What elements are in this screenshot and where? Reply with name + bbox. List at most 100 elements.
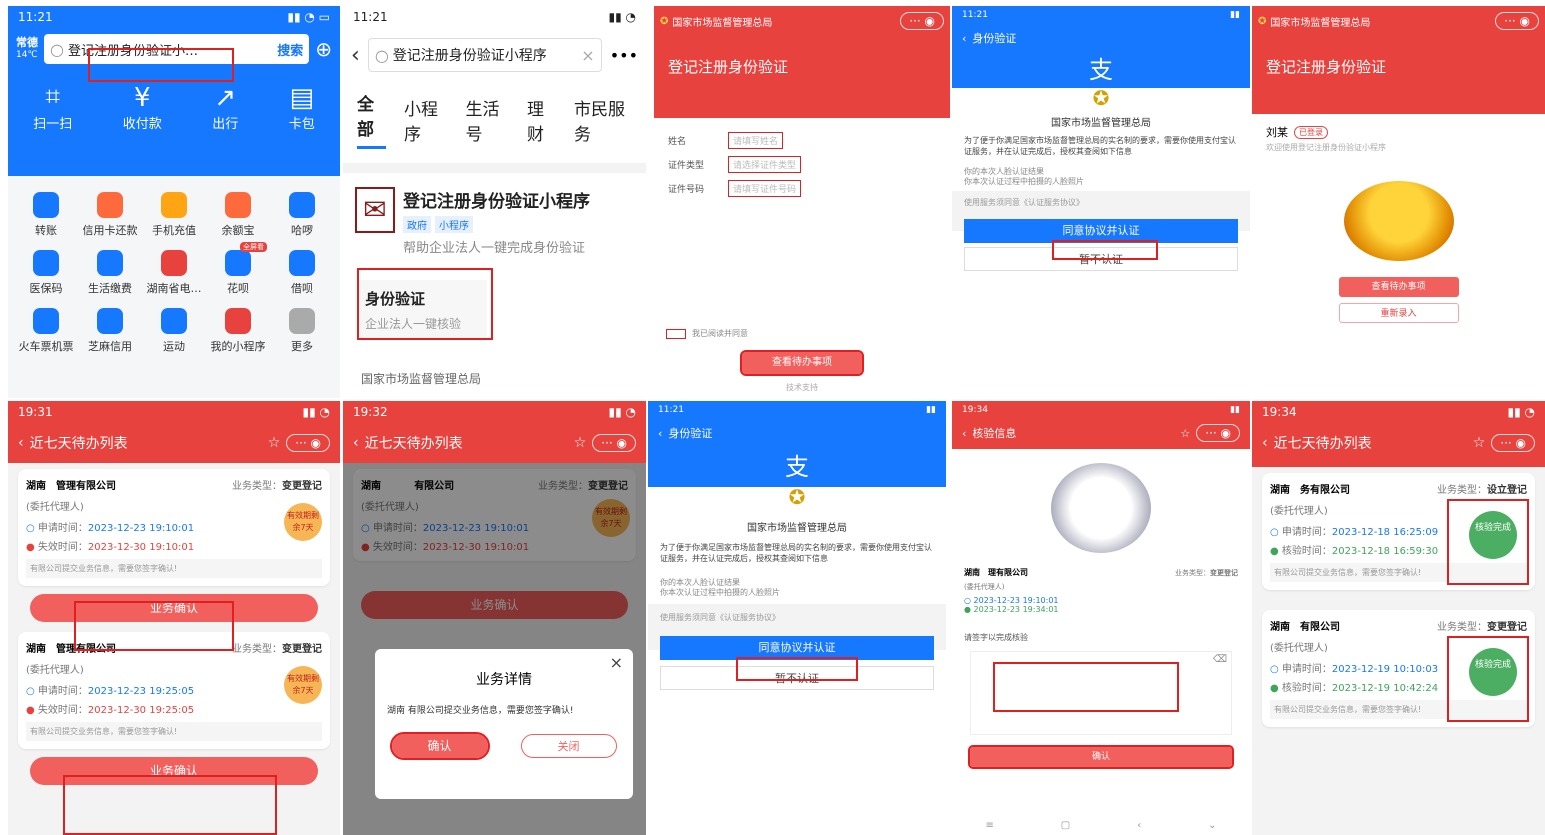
tab-finance[interactable]: 理财: [527, 95, 556, 145]
app-credit-card[interactable]: 信用卡还款: [78, 192, 142, 238]
confirm-business-button[interactable]: 业务确认: [30, 594, 318, 622]
action-scan[interactable]: ⌗ 扫一扫: [33, 82, 72, 132]
confirm-sign-button[interactable]: 确认: [968, 745, 1234, 769]
close-icon[interactable]: ×: [610, 653, 623, 672]
app-phone[interactable]: 手机充值: [142, 192, 206, 238]
top-actions: ⌗ 扫一扫 ¥ 收付款 ↗ 出行 ▤ 卡包: [8, 82, 340, 132]
app-train[interactable]: 火车票机票: [14, 308, 78, 354]
action-card[interactable]: ▤ 卡包: [289, 83, 315, 132]
action-transit[interactable]: ↗ 出行: [212, 83, 238, 132]
agree-checkbox[interactable]: [666, 328, 686, 339]
tab-citizen[interactable]: 市民服务: [574, 95, 632, 145]
app-huabei[interactable]: 花呗 全屏看: [206, 242, 270, 296]
scan-icon: ⌗: [45, 82, 61, 112]
name-input[interactable]: 请填写姓名: [728, 131, 784, 149]
re-enter-button[interactable]: 重新录入: [1338, 303, 1459, 323]
back-icon[interactable]: ‹: [1137, 820, 1141, 831]
id-type-select[interactable]: 请选择证件类型: [728, 155, 802, 173]
capsule-menu[interactable]: ··· ◉: [1491, 434, 1535, 452]
tab-all[interactable]: 全部: [357, 90, 386, 149]
transit-icon: ↗: [214, 82, 237, 113]
add-icon[interactable]: ⊕: [315, 37, 332, 61]
result-item[interactable]: ✉ 登记注册身份验证小程序 政府 小程序 帮助企业法人一键完成身份验证: [343, 173, 646, 264]
location[interactable]: 常德 14℃: [16, 36, 38, 62]
capsule-menu[interactable]: ··· ◉: [592, 434, 636, 452]
app-more[interactable]: 更多: [270, 308, 334, 354]
search-input[interactable]: 登记注册身份验证小…: [68, 40, 273, 59]
agree-auth-button[interactable]: 同意协议并认证: [660, 636, 934, 660]
company-name: 管理有限公司: [56, 644, 116, 655]
menu-icon[interactable]: ≡: [985, 820, 993, 831]
search-input[interactable]: 登记注册身份验证小程序: [393, 45, 578, 65]
view-todo-button[interactable]: 查看待办事项: [1338, 277, 1459, 297]
star-icon[interactable]: ☆: [1180, 427, 1190, 440]
tab-life[interactable]: 生活号: [466, 95, 510, 145]
app-sesame[interactable]: 芝麻信用: [78, 308, 142, 354]
back-icon[interactable]: ‹: [962, 427, 966, 440]
app-hello[interactable]: 哈啰: [270, 192, 334, 238]
view-todo-button[interactable]: 查看待办事项: [740, 350, 864, 376]
more-icon[interactable]: •••: [610, 46, 638, 65]
train-icon: [33, 308, 59, 334]
capsule-menu[interactable]: ··· ◉: [286, 434, 330, 452]
app-power[interactable]: 湖南省电…: [142, 250, 206, 296]
app-label: 生活缴费: [88, 282, 132, 295]
back-icon[interactable]: ‹: [351, 43, 360, 68]
clear-icon[interactable]: ×: [581, 46, 594, 65]
app-utility[interactable]: 生活缴费: [78, 250, 142, 296]
search-button[interactable]: 搜索: [277, 40, 303, 59]
capsule-menu[interactable]: ··· ◉: [1495, 12, 1539, 30]
home-icon[interactable]: ▢: [1061, 820, 1070, 831]
app-yuebao[interactable]: 余额宝: [206, 192, 270, 238]
app-medical[interactable]: 医保码: [14, 250, 78, 296]
search-box[interactable]: ○ 登记注册身份验证小程序 ×: [367, 38, 602, 72]
dot-icon: ●: [964, 605, 971, 614]
back-icon[interactable]: ‹: [658, 427, 662, 440]
skip-auth-button[interactable]: 暂不认证: [660, 666, 934, 690]
card-wallet-icon: ▤: [289, 82, 315, 113]
tab-miniapp[interactable]: 小程序: [404, 95, 448, 145]
red-header: 19:34 ▮▮ ‹ 核验信息 ☆ ··· ◉: [952, 401, 1250, 449]
star-icon[interactable]: ☆: [574, 435, 587, 451]
signal-icon: ▮▮: [1230, 405, 1240, 415]
role: (委托代理人): [964, 583, 1005, 591]
jiebei-icon: [289, 250, 315, 276]
alipay-header: 11:21 ▮▮ ◔ ▭ 常德 14℃ ○ 登记注册身份验证小… 搜索 ⊕ ⌗ 扫一扫…: [8, 6, 340, 176]
back-icon[interactable]: ‹: [962, 32, 966, 45]
erase-icon[interactable]: ⌫: [1213, 654, 1227, 665]
apply-time: 2023-12-23 19:10:01: [87, 523, 195, 534]
skip-auth-button[interactable]: 暂不认证: [964, 247, 1238, 271]
status-time: 11:21: [962, 10, 988, 20]
nav-title: 近七天待办列表: [1273, 436, 1372, 452]
app-miniapp[interactable]: 我的小程序: [206, 308, 270, 354]
nav-bar: ‹ 近七天待办列表 ☆ ··· ◉: [8, 425, 340, 461]
dialog-confirm-button[interactable]: 确认: [389, 732, 490, 760]
back-icon[interactable]: ‹: [353, 435, 359, 451]
sub-service[interactable]: 身份验证 企业法人一键核验: [357, 280, 487, 340]
id-number-input[interactable]: 请填写证件号码: [728, 179, 802, 197]
dialog-close-button[interactable]: 关闭: [520, 734, 617, 758]
company-name: 有限公司: [1300, 622, 1340, 633]
search-box[interactable]: ○ 登记注册身份验证小… 搜索: [44, 34, 310, 64]
agree-auth-button[interactable]: 同意协议并认证: [964, 219, 1238, 243]
back-icon[interactable]: ‹: [1262, 435, 1268, 451]
dot-icon: ●: [1270, 546, 1279, 557]
status-bar: 11:21 ▮▮: [648, 401, 946, 425]
capsule-menu[interactable]: ··· ◉: [900, 12, 944, 30]
action-pay[interactable]: ¥ 收付款: [123, 83, 162, 132]
card-head: 湖南 有限公司 业务类型：变更登记: [1270, 618, 1527, 633]
signature-pad[interactable]: ⌫: [970, 651, 1232, 735]
app-transfer[interactable]: 转账: [14, 192, 78, 238]
app-sport[interactable]: 运动: [142, 308, 206, 354]
app-jiebei[interactable]: 借呗: [270, 250, 334, 296]
hello-icon: [289, 192, 315, 218]
status-time: 19:34: [962, 405, 988, 415]
dialog-buttons: 确认 关闭: [375, 732, 633, 760]
star-icon[interactable]: ☆: [268, 435, 281, 451]
bullet-item: 你本次认证过程中拍摄的人脸照片: [660, 588, 780, 597]
star-icon[interactable]: ☆: [1473, 435, 1486, 451]
back-icon[interactable]: ‹: [18, 435, 24, 451]
capsule-menu[interactable]: ··· ◉: [1196, 424, 1240, 442]
down-icon[interactable]: ⌄: [1208, 820, 1216, 831]
confirm-business-button[interactable]: 业务确认: [30, 757, 318, 785]
